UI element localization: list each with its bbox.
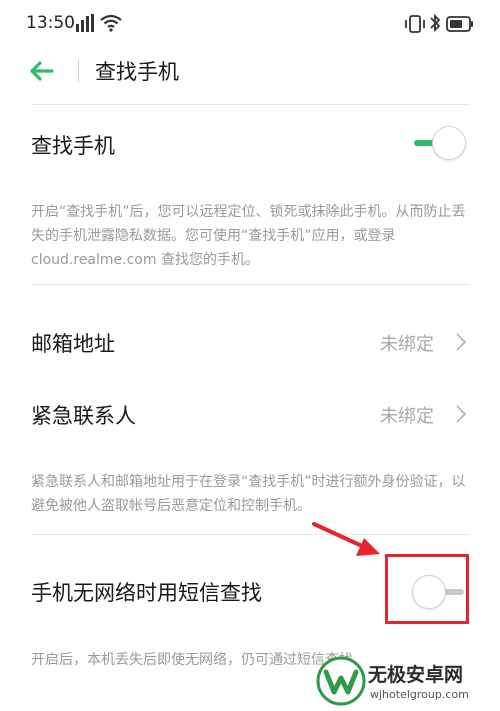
page-title: 查找手机 xyxy=(95,60,179,84)
emergency-contact-row[interactable]: 紧急联系人 未绑定 xyxy=(0,392,500,436)
status-bar: 13:50 xyxy=(0,0,500,48)
bluetooth-icon xyxy=(430,13,441,33)
emergency-contact-label: 紧急联系人 xyxy=(31,404,136,428)
watermark-url: wjhotelgroup.com xyxy=(370,688,469,701)
watermark: 无极安卓网 wjhotelgroup.com xyxy=(316,652,496,708)
find-phone-label: 查找手机 xyxy=(31,134,115,158)
watermark-title: 无极安卓网 xyxy=(368,664,464,686)
email-label: 邮箱地址 xyxy=(31,332,115,356)
highlight-box xyxy=(385,554,469,624)
verification-description: 紧急联系人和邮箱地址用于在登录“查找手机”时进行额外身份验证，以避免被他人盗取帐… xyxy=(31,474,466,514)
find-phone-toggle[interactable] xyxy=(412,126,466,160)
email-value: 未绑定 xyxy=(380,334,434,355)
emergency-contact-value: 未绑定 xyxy=(380,406,434,427)
vibrate-icon xyxy=(405,15,425,33)
watermark-logo-icon xyxy=(316,656,366,706)
status-time: 13:50 xyxy=(26,13,75,33)
toggle-knob xyxy=(432,126,466,160)
red-arrow-icon xyxy=(312,522,380,556)
sms-find-label: 手机无网络时用短信查找 xyxy=(31,581,262,605)
find-phone-description: 开启“查找手机”后，您可以远程定位、锁死或抹除此手机。从而防止丢失的手机泄露隐私… xyxy=(31,204,466,268)
header-divider xyxy=(78,60,79,82)
back-button[interactable] xyxy=(26,56,66,86)
chevron-right-icon xyxy=(456,405,467,423)
arrow-left-icon xyxy=(30,61,54,81)
section-divider xyxy=(31,534,470,535)
section-divider xyxy=(31,284,470,285)
chevron-right-icon xyxy=(456,333,467,351)
wifi-icon xyxy=(100,14,122,32)
email-row[interactable]: 邮箱地址 未绑定 xyxy=(0,320,500,364)
header-bottom-divider xyxy=(31,104,470,105)
signal-icon xyxy=(76,14,94,32)
battery-icon xyxy=(446,16,473,32)
